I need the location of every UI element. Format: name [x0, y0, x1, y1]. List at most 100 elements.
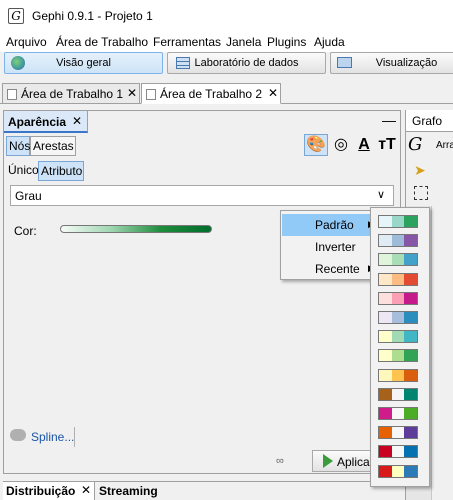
palette-color [391, 312, 405, 323]
palette-color [391, 408, 405, 419]
close-tab-icon[interactable]: ✕ [127, 86, 137, 100]
graph-tab[interactable]: Grafo [406, 110, 453, 132]
pointer-icon[interactable]: ➤ [414, 162, 426, 179]
color-palette-button[interactable]: 🎨 [304, 134, 328, 156]
close-tab-icon[interactable]: ✕ [268, 86, 278, 100]
palette-swatch[interactable] [378, 387, 418, 401]
palette-context-menu: Padrão ▶ Inverter Recente ▶ [280, 210, 381, 280]
tab-unique[interactable]: Único [6, 161, 39, 181]
spline-icon [10, 429, 26, 441]
tab-streaming[interactable]: Streaming [99, 484, 158, 498]
palette-swatch[interactable] [378, 464, 418, 478]
overview-label: Visão geral [56, 57, 111, 69]
data-laboratory-button[interactable]: Laboratório de dados [167, 52, 326, 74]
palette-swatch[interactable] [378, 445, 418, 459]
palette-color [391, 427, 405, 439]
tab-distribution[interactable]: Distribuição ✕ [3, 482, 95, 500]
palette-icon: 🎨 [306, 136, 326, 153]
palette-color [391, 273, 405, 285]
palette-color [379, 235, 392, 247]
palette-color [404, 292, 418, 304]
palette-color [391, 254, 405, 266]
palette-color [391, 446, 405, 458]
spline-link[interactable]: Spline... [31, 430, 74, 444]
color-gradient-bar[interactable] [60, 225, 212, 233]
label-color-icon[interactable]: A [354, 135, 374, 155]
divider [74, 427, 75, 447]
palette-color [404, 273, 418, 285]
palette-swatch[interactable] [378, 291, 418, 305]
document-icon [7, 89, 17, 100]
preview-button[interactable]: Visualização [330, 52, 453, 74]
workspace-switcher: Visão geral Laboratório de dados Visuali… [0, 52, 453, 76]
palette-swatch[interactable] [378, 426, 418, 440]
menu-janela[interactable]: Janela [226, 35, 261, 49]
overview-button[interactable]: Visão geral [4, 52, 163, 74]
appearance-title: Aparência [8, 115, 67, 129]
palette-color [379, 388, 392, 400]
palette-color [391, 388, 405, 400]
minimize-icon[interactable]: — [382, 112, 396, 128]
palette-swatch[interactable] [378, 253, 418, 267]
rectangle-select-icon[interactable] [414, 186, 428, 200]
palette-color [404, 446, 418, 458]
palette-color [379, 408, 392, 419]
menu-item-default-label: Padrão [315, 218, 354, 232]
chain-link-icon[interactable]: ∞ [276, 455, 284, 467]
menu-item-invert-label: Inverter [315, 240, 356, 254]
menu-ferramentas[interactable]: Ferramentas [153, 35, 221, 49]
tab-workspace-2-label: Área de Trabalho 2 [160, 87, 263, 101]
menu-ajuda[interactable]: Ajuda [314, 35, 345, 49]
tab-nodes-label: Nós [9, 139, 31, 153]
palette-color [379, 350, 392, 362]
palette-color [391, 465, 405, 477]
size-icon[interactable]: ◎ [331, 135, 351, 155]
palette-swatch[interactable] [378, 349, 418, 363]
tab-edges-label: Arestas [33, 139, 74, 153]
palette-color [379, 427, 392, 439]
menu-plugins[interactable]: Plugins [267, 35, 306, 49]
close-panel-icon[interactable]: ✕ [72, 114, 82, 128]
menu-item-recent-label: Recente [315, 262, 360, 276]
appearance-tab[interactable]: Aparência ✕ [4, 111, 88, 133]
attribute-select[interactable]: Grau ∨ [10, 185, 394, 206]
tab-workspace-2[interactable]: Área de Trabalho 2 ✕ [141, 83, 281, 104]
gephi-logo-icon: G [408, 134, 423, 155]
bottom-tabs: Distribuição ✕ Streaming [3, 481, 401, 500]
menu-item-default[interactable]: Padrão ▶ [282, 214, 379, 236]
menu-arquivo[interactable]: Arquivo [6, 35, 47, 49]
palette-swatch[interactable] [378, 407, 418, 420]
data-laboratory-label: Laboratório de dados [194, 57, 299, 69]
tab-nodes[interactable]: Nós [6, 136, 30, 156]
palette-color [404, 408, 418, 419]
tab-edges[interactable]: Arestas [30, 136, 76, 156]
palette-swatch[interactable] [378, 234, 418, 248]
arrange-label: Arra [436, 140, 453, 151]
palette-color [391, 350, 405, 362]
menu-bar: Arquivo Área de Trabalho Ferramentas Jan… [0, 32, 453, 52]
tab-unique-label: Único [8, 163, 39, 177]
tab-workspace-1-label: Área de Trabalho 1 [21, 87, 124, 101]
menu-item-invert[interactable]: Inverter [282, 236, 379, 258]
palette-submenu [370, 207, 430, 487]
palette-color [379, 273, 392, 285]
palette-color [404, 388, 418, 400]
menu-item-recent[interactable]: Recente ▶ [282, 258, 379, 280]
workspace-tabs: Área de Trabalho 1 ✕ Área de Trabalho 2 … [0, 82, 453, 104]
palette-swatch[interactable] [378, 368, 418, 382]
palette-swatch[interactable] [378, 311, 418, 324]
palette-color [379, 465, 392, 477]
play-icon [323, 454, 333, 468]
tab-attribute[interactable]: Atributo [38, 161, 84, 181]
palette-swatch[interactable] [378, 215, 418, 228]
label-size-icon[interactable]: тT [377, 135, 397, 155]
palette-swatch[interactable] [378, 330, 418, 344]
window-title: Gephi 0.9.1 - Projeto 1 [32, 9, 153, 23]
close-tab-icon[interactable]: ✕ [81, 483, 91, 497]
palette-swatch[interactable] [378, 272, 418, 286]
palette-color [391, 331, 405, 343]
menu-area-de-trabalho[interactable]: Área de Trabalho [56, 35, 148, 49]
attribute-value: Grau [15, 189, 42, 203]
tab-workspace-1[interactable]: Área de Trabalho 1 ✕ [2, 83, 140, 104]
palette-color [404, 254, 418, 266]
